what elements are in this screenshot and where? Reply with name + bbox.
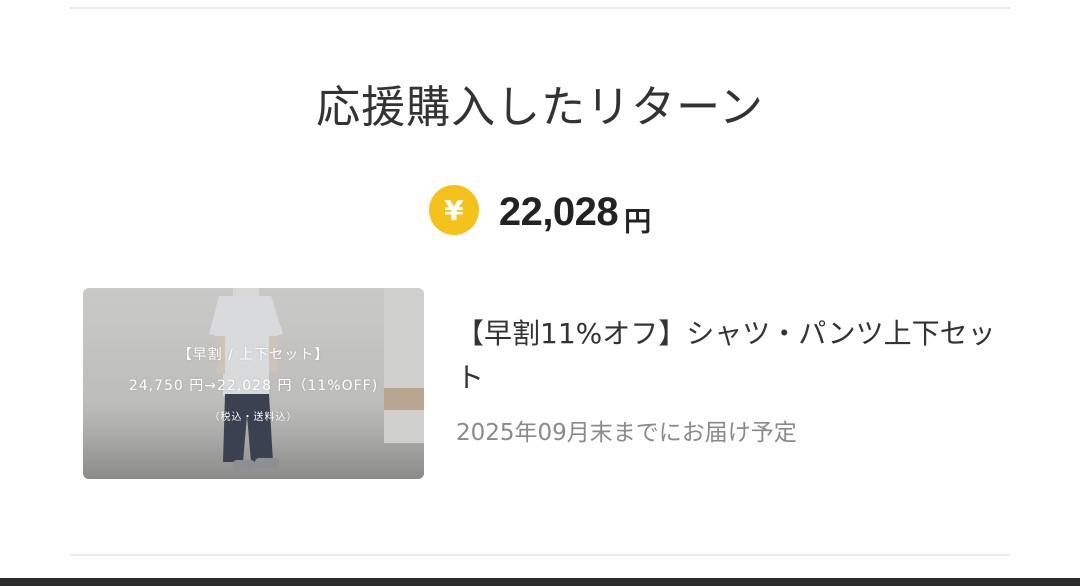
- amount-unit: 円: [624, 206, 652, 238]
- section-title: 応援購入したリターン: [316, 82, 764, 133]
- top-divider: [70, 7, 1010, 9]
- image-caption-title: 【早割 / 上下セット】: [177, 347, 330, 363]
- reward-image[interactable]: 【早割 / 上下セット】 24,750 円→22,028 円（11%OFF) （…: [83, 288, 424, 479]
- delivery-schedule: 2025年09月末までにお届け予定: [456, 420, 797, 446]
- amount-value: 22,028: [498, 189, 619, 234]
- yen-coin-icon: ¥: [428, 185, 479, 235]
- image-caption-note: （税込・送料込）: [209, 412, 298, 423]
- amount-row: ¥ 22,028 円: [0, 180, 1080, 244]
- bottom-divider: [70, 554, 1010, 556]
- reward-title[interactable]: 【早割11%オフ】シャツ・パンツ上下セット: [456, 312, 996, 400]
- image-caption-price: 24,750 円→22,028 円（11%OFF): [128, 378, 379, 394]
- bottom-bar: [0, 578, 1080, 586]
